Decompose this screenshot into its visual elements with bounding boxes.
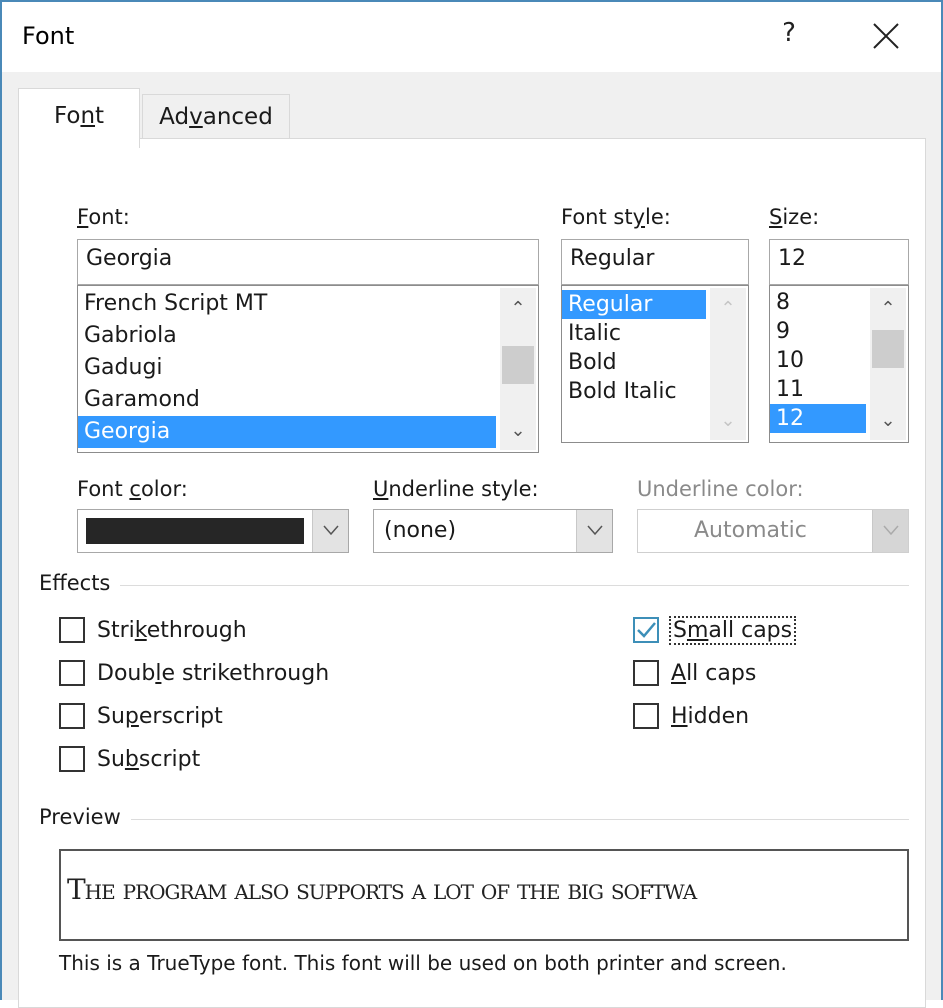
checkbox-label: All caps [671, 660, 757, 686]
checkbox-label: Superscript [97, 703, 223, 729]
checkbox-label: Hidden [671, 703, 750, 729]
font-style-list-item[interactable]: Italic [562, 319, 706, 348]
strikethrough-checkbox[interactable]: Strikethrough [59, 617, 247, 643]
hidden-checkbox[interactable]: Hidden [633, 703, 749, 729]
font-list-item[interactable]: French Script MT [78, 288, 496, 320]
font-style-input[interactable]: Regular [561, 239, 749, 285]
tab-advanced[interactable]: Advanced [142, 94, 290, 140]
font-label: Font: [77, 205, 130, 229]
checkbox-box[interactable] [59, 703, 85, 729]
font-name-input[interactable]: Georgia [77, 239, 539, 285]
preview-group-title: Preview [39, 805, 131, 829]
preview-box: The program also supports a lot of the b… [59, 849, 909, 941]
close-icon [873, 23, 899, 49]
size-list-item[interactable]: 12 [770, 404, 866, 433]
size-list-item[interactable]: 10 [770, 346, 866, 375]
effects-divider [39, 585, 909, 586]
scroll-thumb[interactable] [502, 346, 534, 384]
chevron-down-icon [883, 525, 899, 536]
scroll-up-icon[interactable]: ⌃ [870, 294, 906, 324]
checkbox-box[interactable] [59, 617, 85, 643]
checkbox-box[interactable] [59, 746, 85, 772]
scroll-thumb[interactable] [872, 330, 904, 368]
font-list-item[interactable]: Georgia [78, 416, 496, 448]
subscript-checkbox[interactable]: Subscript [59, 746, 200, 772]
dropdown-button[interactable] [576, 510, 612, 552]
underline-color-dropdown[interactable]: Automatic [637, 509, 909, 553]
preview-divider [39, 819, 909, 820]
size-list-item[interactable]: 8 [770, 288, 866, 317]
font-tab-panel: Font: Georgia French Script MT Gabriola Ga… [18, 138, 926, 1008]
close-button[interactable] [864, 16, 904, 56]
size-input[interactable]: 12 [769, 239, 909, 285]
font-style-list-item[interactable]: Regular [562, 290, 706, 319]
all-caps-checkbox[interactable]: All caps [633, 660, 756, 686]
font-list[interactable]: French Script MT Gabriola Gadugi Garamond Ge… [77, 285, 539, 453]
font-info-text: This is a TrueType font. This font will … [59, 951, 787, 975]
checkbox-box[interactable] [633, 660, 659, 686]
scroll-up-icon[interactable]: ⌃ [710, 294, 746, 324]
effects-group-title: Effects [39, 571, 121, 595]
checkbox-label: Subscript [97, 746, 201, 772]
checkmark-icon[interactable] [633, 617, 659, 643]
size-list[interactable]: 8 9 10 11 12 ⌃ ⌄ [769, 285, 909, 443]
font-dialog: Font ? Font Advanced Font: Georgia Frenc… [0, 0, 943, 1008]
size-list-scrollbar[interactable]: ⌃ ⌄ [870, 288, 906, 440]
font-list-item[interactable]: Garamond [78, 384, 496, 416]
font-list-item[interactable]: Gabriola [78, 320, 496, 352]
underline-style-label: Underline style: [373, 477, 539, 501]
underline-color-label: Underline color: [637, 477, 804, 501]
small-caps-checkbox[interactable]: Small caps [633, 615, 797, 645]
scroll-down-icon[interactable]: ⌄ [710, 406, 746, 436]
scroll-up-icon[interactable]: ⌃ [500, 294, 536, 324]
checkbox-box[interactable] [633, 703, 659, 729]
size-list-item[interactable]: 11 [770, 375, 866, 404]
font-color-dropdown[interactable] [77, 509, 349, 553]
tab-font[interactable]: Font [18, 88, 140, 148]
size-list-item[interactable]: 9 [770, 317, 866, 346]
chevron-down-icon [323, 525, 339, 536]
preview-text: The program also supports a lot of the b… [67, 873, 697, 906]
superscript-checkbox[interactable]: Superscript [59, 703, 223, 729]
dialog-title: Font [22, 22, 75, 50]
checkbox-label: Double strikethrough [97, 660, 330, 686]
scroll-down-icon[interactable]: ⌄ [870, 406, 906, 436]
font-style-list-item[interactable]: Bold Italic [562, 377, 706, 406]
dropdown-button[interactable] [872, 510, 908, 552]
size-label: Size: [769, 205, 820, 229]
title-bar: Font ? [2, 2, 941, 72]
font-style-list[interactable]: Regular Italic Bold Bold Italic ⌃ ⌄ [561, 285, 749, 443]
font-color-label: Font color: [77, 477, 188, 501]
color-swatch [86, 518, 304, 544]
double-strikethrough-checkbox[interactable]: Double strikethrough [59, 660, 329, 686]
checkbox-box[interactable] [59, 660, 85, 686]
font-list-scrollbar[interactable]: ⌃ ⌄ [500, 288, 536, 450]
font-list-item[interactable]: Gadugi [78, 352, 496, 384]
font-style-label: Font style: [561, 205, 671, 229]
chevron-down-icon [587, 525, 603, 536]
scroll-down-icon[interactable]: ⌄ [500, 416, 536, 446]
underline-style-dropdown[interactable]: (none) [373, 509, 613, 553]
checkbox-label: Strikethrough [97, 617, 247, 643]
checkbox-label: Small caps [668, 615, 797, 645]
font-style-list-item[interactable]: Bold [562, 348, 706, 377]
font-style-scrollbar[interactable]: ⌃ ⌄ [710, 288, 746, 440]
dropdown-button[interactable] [312, 510, 348, 552]
help-button[interactable]: ? [774, 18, 804, 54]
